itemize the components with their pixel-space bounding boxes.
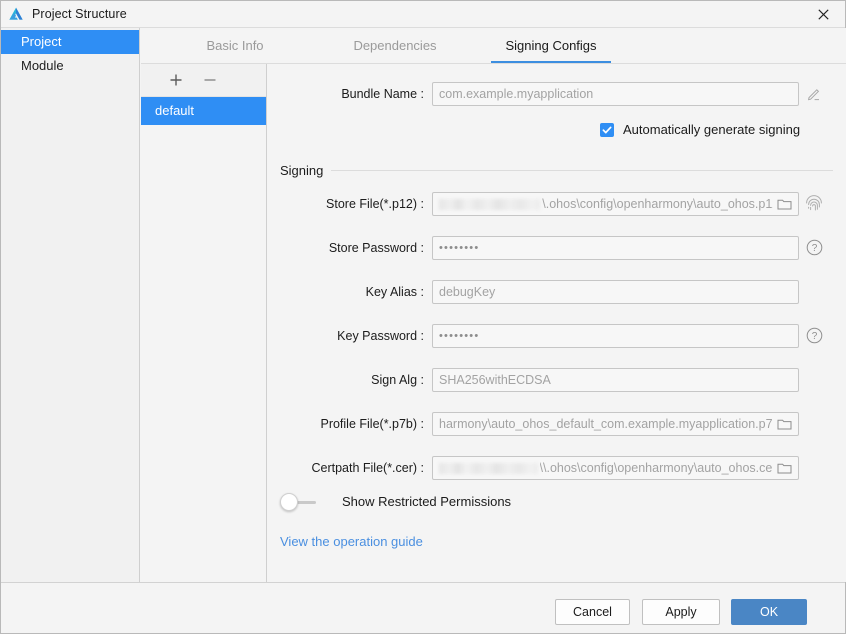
sign-alg-label: Sign Alg :	[371, 373, 424, 387]
redacted-path	[439, 462, 538, 474]
folder-icon[interactable]	[777, 197, 792, 211]
key-password-input[interactable]: ••••••••	[432, 324, 799, 348]
group-divider	[331, 169, 833, 171]
tab-label: Dependencies	[353, 38, 437, 53]
toggle-switch[interactable]	[280, 492, 320, 511]
auto-generate-signing-checkbox[interactable]: Automatically generate signing	[600, 122, 800, 137]
apply-button[interactable]: Apply	[642, 599, 720, 625]
key-password-label: Key Password :	[337, 329, 424, 343]
help-icon[interactable]: ?	[804, 237, 824, 257]
profile-file-label: Profile File(*.p7b) :	[320, 417, 424, 431]
store-password-input[interactable]: ••••••••	[432, 236, 799, 260]
sign-alg-value: SHA256withECDSA	[439, 373, 551, 387]
toggle-knob	[280, 492, 298, 511]
tab-bar: Basic Info Dependencies Signing Configs	[141, 28, 846, 64]
store-file-row: Store File(*.p12) : \.ohos\config\openha…	[280, 192, 799, 216]
tab-basic-info[interactable]: Basic Info	[161, 28, 309, 63]
svg-text:?: ?	[811, 331, 817, 342]
sidebar-item-module[interactable]: Module	[1, 54, 139, 78]
signing-group-header: Signing	[280, 162, 833, 178]
fingerprint-icon[interactable]	[804, 193, 824, 213]
certpath-file-row: Certpath File(*.cer) : \\.ohos\config\op…	[280, 456, 799, 480]
signing-config-list-panel: default	[141, 64, 267, 582]
operation-guide-link[interactable]: View the operation guide	[280, 534, 423, 549]
close-glyph	[817, 8, 829, 20]
config-list-toolbar	[141, 64, 266, 97]
svg-text:?: ?	[811, 243, 817, 254]
key-password-row: Key Password : ••••••••	[280, 324, 799, 348]
sidebar-item-label: Module	[21, 58, 64, 73]
navigation-sidebar: Project Module	[1, 28, 140, 582]
store-file-value: \.ohos\config\openharmony\auto_ohos.p12	[542, 197, 773, 211]
profile-file-input[interactable]: harmony\auto_ohos_default_com.example.my…	[432, 412, 799, 436]
key-alias-row: Key Alias : debugKey	[280, 280, 799, 304]
pencil-glyph	[807, 89, 820, 101]
help-glyph: ?	[806, 327, 822, 343]
close-icon[interactable]	[801, 1, 845, 27]
store-password-row: Store Password : ••••••••	[280, 236, 799, 260]
sign-alg-input[interactable]: SHA256withECDSA	[432, 368, 799, 392]
folder-glyph	[777, 419, 792, 430]
sign-alg-row: Sign Alg : SHA256withECDSA	[280, 368, 799, 392]
redacted-path	[439, 198, 541, 210]
certpath-file-label: Certpath File(*.cer) :	[311, 461, 424, 475]
tab-dependencies[interactable]: Dependencies	[321, 28, 469, 63]
add-config-button[interactable]	[166, 70, 186, 90]
bundle-name-row: Bundle Name : com.example.myapplication	[280, 82, 799, 106]
key-alias-label: Key Alias :	[365, 285, 424, 299]
check-icon	[602, 126, 612, 133]
cancel-button[interactable]: Cancel	[555, 599, 630, 625]
tab-signing-configs[interactable]: Signing Configs	[491, 28, 611, 63]
deveco-logo-icon	[8, 6, 24, 22]
config-item-label: default	[155, 103, 195, 118]
bundle-name-label: Bundle Name :	[341, 87, 424, 101]
auto-generate-signing-label: Automatically generate signing	[623, 122, 801, 137]
store-file-label: Store File(*.p12) :	[326, 197, 424, 211]
key-password-value: ••••••••	[439, 330, 480, 342]
pencil-icon[interactable]	[804, 84, 824, 104]
tab-label: Basic Info	[206, 38, 264, 53]
certpath-file-value: \\.ohos\config\openharmony\auto_ohos.cer	[539, 461, 773, 475]
show-restricted-permissions-toggle[interactable]: Show Restricted Permissions	[280, 492, 512, 511]
sidebar-item-project[interactable]: Project	[1, 30, 139, 54]
store-password-label: Store Password :	[328, 241, 424, 255]
plus-icon	[170, 74, 182, 86]
fingerprint-glyph	[806, 195, 822, 211]
sidebar-item-label: Project	[21, 34, 62, 49]
profile-file-row: Profile File(*.p7b) : harmony\auto_ohos_…	[280, 412, 799, 436]
folder-glyph	[777, 199, 792, 210]
store-file-input[interactable]: \.ohos\config\openharmony\auto_ohos.p12	[432, 192, 799, 216]
project-structure-dialog: Project Structure Project Module Basic I…	[0, 0, 846, 634]
bundle-name-value: com.example.myapplication	[439, 87, 594, 101]
show-restricted-permissions-label: Show Restricted Permissions	[342, 494, 512, 509]
help-icon[interactable]: ?	[804, 325, 824, 345]
store-password-value: ••••••••	[439, 242, 480, 254]
signing-group-title: Signing	[280, 162, 324, 178]
title-bar: Project Structure	[1, 1, 845, 28]
dialog-footer: Cancel Apply OK	[1, 582, 845, 633]
tab-label: Signing Configs	[505, 38, 597, 53]
key-alias-input[interactable]: debugKey	[432, 280, 799, 304]
help-glyph: ?	[806, 239, 822, 255]
signing-config-form: Bundle Name : com.example.myapplication …	[267, 64, 846, 582]
checkbox-box	[600, 122, 614, 137]
remove-config-button[interactable]	[200, 70, 220, 90]
key-alias-value: debugKey	[439, 285, 496, 299]
folder-glyph	[777, 463, 792, 474]
certpath-file-input[interactable]: \\.ohos\config\openharmony\auto_ohos.cer	[432, 456, 799, 480]
folder-icon[interactable]	[777, 417, 792, 431]
window-title: Project Structure	[32, 7, 127, 21]
profile-file-value: harmony\auto_ohos_default_com.example.my…	[439, 417, 773, 431]
folder-icon[interactable]	[777, 461, 792, 475]
list-item[interactable]: default	[141, 97, 266, 125]
ok-button[interactable]: OK	[731, 599, 807, 625]
bundle-name-input[interactable]: com.example.myapplication	[432, 82, 799, 106]
minus-icon	[204, 79, 216, 81]
